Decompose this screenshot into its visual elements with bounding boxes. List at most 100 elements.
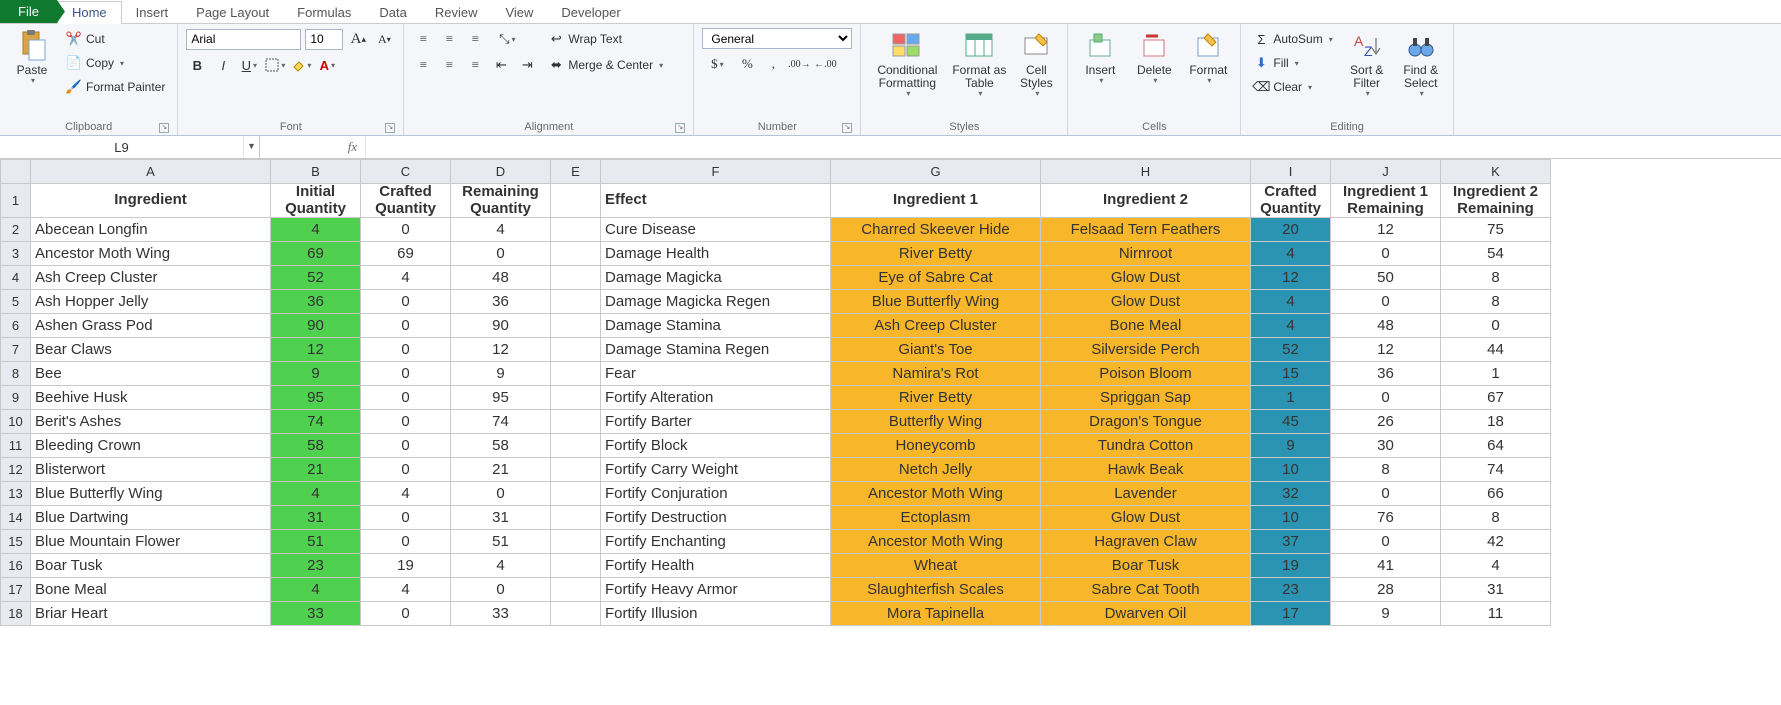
cell-B2[interactable]: 4 xyxy=(271,218,361,242)
conditional-formatting-button[interactable]: Conditional Formatting▾ xyxy=(869,28,945,99)
cell-F11[interactable]: Fortify Block xyxy=(601,434,831,458)
cell-C6[interactable]: 0 xyxy=(361,314,451,338)
cell-C7[interactable]: 0 xyxy=(361,338,451,362)
header-cell-A[interactable]: Ingredient xyxy=(31,184,271,218)
font-color-button[interactable]: A▾ xyxy=(316,54,338,76)
row-header-15[interactable]: 15 xyxy=(1,530,31,554)
delete-cells-button[interactable]: Delete▾ xyxy=(1130,28,1178,86)
row-header-18[interactable]: 18 xyxy=(1,602,31,626)
autosum-button[interactable]: ΣAutoSum▾ xyxy=(1249,28,1336,50)
cell-E13[interactable] xyxy=(551,482,601,506)
cell-C18[interactable]: 0 xyxy=(361,602,451,626)
cell-F9[interactable]: Fortify Alteration xyxy=(601,386,831,410)
cell-I4[interactable]: 12 xyxy=(1251,266,1331,290)
cell-I11[interactable]: 9 xyxy=(1251,434,1331,458)
cell-J16[interactable]: 41 xyxy=(1331,554,1441,578)
clipboard-launcher[interactable]: ↘ xyxy=(159,123,169,133)
cell-I16[interactable]: 19 xyxy=(1251,554,1331,578)
cell-D11[interactable]: 58 xyxy=(451,434,551,458)
cell-D18[interactable]: 33 xyxy=(451,602,551,626)
cell-C2[interactable]: 0 xyxy=(361,218,451,242)
cell-I5[interactable]: 4 xyxy=(1251,290,1331,314)
row-header-5[interactable]: 5 xyxy=(1,290,31,314)
cell-B10[interactable]: 74 xyxy=(271,410,361,434)
cell-K8[interactable]: 1 xyxy=(1441,362,1551,386)
cell-G9[interactable]: River Betty xyxy=(831,386,1041,410)
cell-G10[interactable]: Butterfly Wing xyxy=(831,410,1041,434)
cell-C10[interactable]: 0 xyxy=(361,410,451,434)
col-header-H[interactable]: H xyxy=(1041,160,1251,184)
cut-button[interactable]: ✂️Cut xyxy=(62,28,169,50)
cell-H12[interactable]: Hawk Beak xyxy=(1041,458,1251,482)
cell-I14[interactable]: 10 xyxy=(1251,506,1331,530)
cell-B14[interactable]: 31 xyxy=(271,506,361,530)
row-header-8[interactable]: 8 xyxy=(1,362,31,386)
insert-cells-button[interactable]: Insert▾ xyxy=(1076,28,1124,86)
cell-G12[interactable]: Netch Jelly xyxy=(831,458,1041,482)
cell-A11[interactable]: Bleeding Crown xyxy=(31,434,271,458)
cell-D8[interactable]: 9 xyxy=(451,362,551,386)
cell-D5[interactable]: 36 xyxy=(451,290,551,314)
name-box-dropdown[interactable]: ▼ xyxy=(243,136,259,158)
row-header-6[interactable]: 6 xyxy=(1,314,31,338)
col-header-D[interactable]: D xyxy=(451,160,551,184)
cell-F5[interactable]: Damage Magicka Regen xyxy=(601,290,831,314)
cell-D6[interactable]: 90 xyxy=(451,314,551,338)
fx-icon[interactable]: fx xyxy=(340,136,366,158)
col-header-J[interactable]: J xyxy=(1331,160,1441,184)
align-middle-button[interactable]: ≡ xyxy=(438,28,460,50)
tab-data[interactable]: Data xyxy=(365,2,420,23)
header-cell-F[interactable]: Effect xyxy=(601,184,831,218)
col-header-A[interactable]: A xyxy=(31,160,271,184)
cell-H17[interactable]: Sabre Cat Tooth xyxy=(1041,578,1251,602)
cell-I3[interactable]: 4 xyxy=(1251,242,1331,266)
underline-button[interactable]: U▾ xyxy=(238,54,260,76)
cell-K17[interactable]: 31 xyxy=(1441,578,1551,602)
cell-F13[interactable]: Fortify Conjuration xyxy=(601,482,831,506)
cell-B18[interactable]: 33 xyxy=(271,602,361,626)
cell-H9[interactable]: Spriggan Sap xyxy=(1041,386,1251,410)
cell-A15[interactable]: Blue Mountain Flower xyxy=(31,530,271,554)
cell-E4[interactable] xyxy=(551,266,601,290)
cell-F12[interactable]: Fortify Carry Weight xyxy=(601,458,831,482)
cell-C13[interactable]: 4 xyxy=(361,482,451,506)
cell-G17[interactable]: Slaughterfish Scales xyxy=(831,578,1041,602)
header-cell-J[interactable]: Ingredient 1Remaining xyxy=(1331,184,1441,218)
cell-B3[interactable]: 69 xyxy=(271,242,361,266)
grow-font-button[interactable]: A▴ xyxy=(347,28,369,50)
cell-B15[interactable]: 51 xyxy=(271,530,361,554)
cell-B16[interactable]: 23 xyxy=(271,554,361,578)
row-header-7[interactable]: 7 xyxy=(1,338,31,362)
cell-F16[interactable]: Fortify Health xyxy=(601,554,831,578)
cell-F14[interactable]: Fortify Destruction xyxy=(601,506,831,530)
cell-H15[interactable]: Hagraven Claw xyxy=(1041,530,1251,554)
formula-input[interactable] xyxy=(366,136,1781,158)
header-cell-B[interactable]: InitialQuantity xyxy=(271,184,361,218)
cell-A17[interactable]: Bone Meal xyxy=(31,578,271,602)
cell-E10[interactable] xyxy=(551,410,601,434)
cell-F4[interactable]: Damage Magicka xyxy=(601,266,831,290)
cell-B12[interactable]: 21 xyxy=(271,458,361,482)
paste-button[interactable]: Paste▾ xyxy=(8,28,56,86)
cell-G11[interactable]: Honeycomb xyxy=(831,434,1041,458)
name-box[interactable]: L9 xyxy=(0,138,243,157)
cell-D3[interactable]: 0 xyxy=(451,242,551,266)
find-select-button[interactable]: Find & Select▾ xyxy=(1397,28,1445,99)
tab-file[interactable]: File xyxy=(0,0,57,23)
cell-E11[interactable] xyxy=(551,434,601,458)
cell-E5[interactable] xyxy=(551,290,601,314)
cell-K18[interactable]: 11 xyxy=(1441,602,1551,626)
cell-G16[interactable]: Wheat xyxy=(831,554,1041,578)
cell-J8[interactable]: 36 xyxy=(1331,362,1441,386)
cell-B11[interactable]: 58 xyxy=(271,434,361,458)
cell-G4[interactable]: Eye of Sabre Cat xyxy=(831,266,1041,290)
col-header-G[interactable]: G xyxy=(831,160,1041,184)
cell-G14[interactable]: Ectoplasm xyxy=(831,506,1041,530)
fill-color-button[interactable]: ▾ xyxy=(290,54,312,76)
cell-J13[interactable]: 0 xyxy=(1331,482,1441,506)
shrink-font-button[interactable]: A▾ xyxy=(373,28,395,50)
row-header-11[interactable]: 11 xyxy=(1,434,31,458)
cell-G6[interactable]: Ash Creep Cluster xyxy=(831,314,1041,338)
cell-F8[interactable]: Fear xyxy=(601,362,831,386)
cell-J11[interactable]: 30 xyxy=(1331,434,1441,458)
